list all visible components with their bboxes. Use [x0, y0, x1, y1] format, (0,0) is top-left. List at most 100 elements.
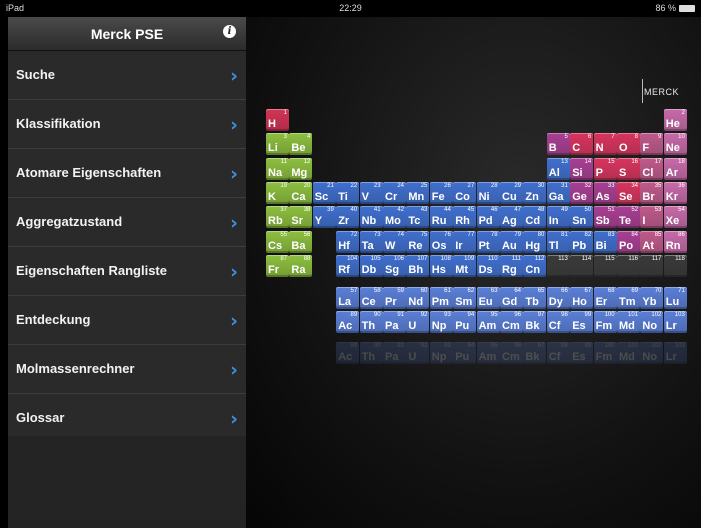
element-tile-kr[interactable]: 36 Kr [663, 181, 687, 204]
element-tile-ni[interactable]: 28 Ni [476, 181, 500, 204]
element-tile-ra[interactable]: 88 Ra [289, 254, 313, 277]
element-tile-tc[interactable]: 43 Tc [406, 206, 430, 229]
element-tile-lr[interactable]: 103 Lr [663, 311, 687, 334]
element-tile-cn[interactable]: 112 Cn [523, 254, 547, 277]
element-tile-br[interactable]: 35 Br [640, 181, 664, 204]
element-tile-li[interactable]: 3 Li [266, 133, 289, 156]
element-tile-b[interactable]: 5B [546, 133, 570, 156]
element-tile-pa[interactable]: 91 Pa [383, 311, 406, 334]
element-tile-rg[interactable]: 111 Rg [500, 254, 523, 277]
element-tile-n[interactable]: 7N [593, 133, 617, 156]
element-tile-tm[interactable]: 69 Tm [617, 287, 640, 310]
element-tile-yb[interactable]: 70 Yb [640, 287, 664, 310]
element-tile-cr[interactable]: 24 Cr [383, 181, 406, 204]
element-tile-ac[interactable]: 89 Ac [336, 311, 360, 334]
element-tile-er[interactable]: 68 Er [593, 287, 617, 310]
element-tile-db[interactable]: 105 Db [359, 254, 383, 277]
element-tile-gd[interactable]: 64 Gd [500, 287, 523, 310]
element-tile-bi[interactable]: 83 Bi [593, 230, 617, 253]
menu-item-molmassenrechner[interactable]: Molmassenrechner › [8, 345, 246, 394]
element-tile-ti[interactable]: 22 Ti [336, 181, 360, 204]
element-tile-as[interactable]: 33 As [593, 181, 617, 204]
element-tile-nb[interactable]: 41 Nb [359, 206, 383, 229]
element-tile-th[interactable]: 90 Th [359, 311, 383, 334]
element-tile-si[interactable]: 14 Si [570, 157, 594, 180]
element-tile-z118[interactable]: 118 [663, 254, 687, 277]
info-icon[interactable]: i [223, 25, 236, 38]
element-tile-tl[interactable]: 81 Tl [546, 230, 570, 253]
element-tile-la[interactable]: 57 La [336, 287, 360, 310]
element-tile-mo[interactable]: 42 Mo [383, 206, 406, 229]
element-tile-eu[interactable]: 63 Eu [476, 287, 500, 310]
element-tile-mn[interactable]: 25 Mn [406, 181, 430, 204]
element-tile-ds[interactable]: 110 Ds [476, 254, 500, 277]
element-tile-cf[interactable]: 98 Cf [546, 311, 570, 334]
menu-item-eigenschaften-rangliste[interactable]: Eigenschaften Rangliste › [8, 247, 246, 296]
element-tile-sg[interactable]: 106 Sg [383, 254, 406, 277]
element-tile-bh[interactable]: 107 Bh [406, 254, 430, 277]
element-tile-no[interactable]: 102 No [640, 311, 664, 334]
element-tile-he[interactable]: 2 He [663, 109, 687, 131]
element-tile-z115[interactable]: 115 [593, 254, 617, 277]
element-tile-in[interactable]: 49 In [546, 206, 570, 229]
element-tile-po[interactable]: 84 Po [617, 230, 640, 253]
element-tile-ca[interactable]: 20 Ca [289, 181, 313, 204]
element-tile-lu[interactable]: 71 Lu [663, 287, 687, 310]
element-tile-s[interactable]: 16 S [617, 157, 640, 180]
element-tile-bk[interactable]: 97 Bk [523, 311, 547, 334]
element-tile-ba[interactable]: 56 Ba [289, 230, 313, 253]
element-tile-cd[interactable]: 48 Cd [523, 206, 547, 229]
element-tile-al[interactable]: 13 Al [546, 157, 570, 180]
element-tile-w[interactable]: 74 W [383, 230, 406, 253]
element-tile-rf[interactable]: 104 Rf [336, 254, 360, 277]
element-tile-ir[interactable]: 77 Ir [453, 230, 477, 253]
menu-item-entdeckung[interactable]: Entdeckung › [8, 296, 246, 345]
element-tile-es[interactable]: 99 Es [570, 311, 594, 334]
element-tile-u[interactable]: 92 U [406, 311, 430, 334]
element-tile-sr[interactable]: 38 Sr [289, 206, 313, 229]
element-tile-ar[interactable]: 18 Ar [663, 157, 687, 180]
element-tile-tb[interactable]: 65 Tb [523, 287, 547, 310]
element-tile-p[interactable]: 15 P [593, 157, 617, 180]
element-tile-sb[interactable]: 51 Sb [593, 206, 617, 229]
element-tile-re[interactable]: 75 Re [406, 230, 430, 253]
element-tile-nd[interactable]: 60 Nd [406, 287, 430, 310]
element-tile-np[interactable]: 93 Np [429, 311, 453, 334]
element-tile-co[interactable]: 27 Co [453, 181, 477, 204]
element-tile-am[interactable]: 95 Am [476, 311, 500, 334]
menu-item-suche[interactable]: Suche › [8, 51, 246, 100]
element-tile-md[interactable]: 101 Md [617, 311, 640, 334]
element-tile-k[interactable]: 19 K [266, 181, 289, 204]
element-tile-be[interactable]: 4 Be [289, 133, 313, 156]
element-tile-hf[interactable]: 72 Hf [336, 230, 360, 253]
menu-item-aggregatzustand[interactable]: Aggregatzustand › [8, 198, 246, 247]
menu-item-klassifikation[interactable]: Klassifikation › [8, 100, 246, 149]
element-tile-ge[interactable]: 32 Ge [570, 181, 594, 204]
element-tile-ta[interactable]: 73 Ta [359, 230, 383, 253]
element-tile-pb[interactable]: 82 Pb [570, 230, 594, 253]
element-tile-ru[interactable]: 44 Ru [429, 206, 453, 229]
element-tile-c[interactable]: 6C [570, 133, 594, 156]
element-tile-mt[interactable]: 109 Mt [453, 254, 477, 277]
element-tile-pr[interactable]: 59 Pr [383, 287, 406, 310]
element-tile-ho[interactable]: 67 Ho [570, 287, 594, 310]
element-tile-rn[interactable]: 86 Rn [663, 230, 687, 253]
element-tile-zn[interactable]: 30 Zn [523, 181, 547, 204]
element-tile-rb[interactable]: 37 Rb [266, 206, 289, 229]
element-tile-z114[interactable]: 114 [570, 254, 594, 277]
element-tile-z117[interactable]: 117 [640, 254, 664, 277]
element-tile-cs[interactable]: 55 Cs [266, 230, 289, 253]
element-tile-y[interactable]: 39 Y [312, 206, 336, 229]
element-tile-i[interactable]: 53 I [640, 206, 664, 229]
element-tile-ne[interactable]: 10 Ne [663, 133, 687, 156]
element-tile-xe[interactable]: 54 Xe [663, 206, 687, 229]
element-tile-fr[interactable]: 87 Fr [266, 254, 289, 277]
element-tile-f[interactable]: 9F [640, 133, 664, 156]
element-tile-te[interactable]: 52 Te [617, 206, 640, 229]
element-tile-rh[interactable]: 45 Rh [453, 206, 477, 229]
element-tile-hs[interactable]: 108 Hs [429, 254, 453, 277]
element-tile-h[interactable]: 1H [266, 109, 289, 131]
element-tile-cl[interactable]: 17 Cl [640, 157, 664, 180]
element-tile-fe[interactable]: 26 Fe [429, 181, 453, 204]
element-tile-o[interactable]: 8O [617, 133, 640, 156]
